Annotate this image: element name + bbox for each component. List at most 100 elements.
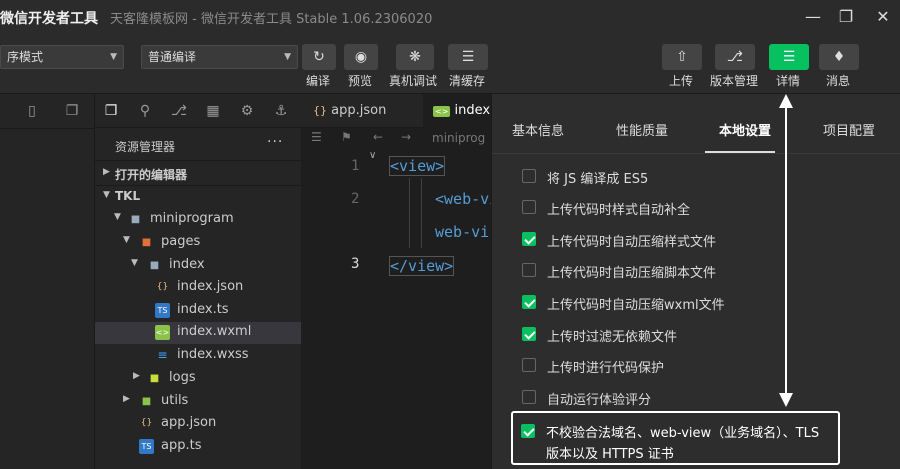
chevron-right-icon: ▶ [103, 167, 110, 177]
option-label: 上传代码时自动压缩脚本文件 [547, 266, 717, 281]
back-icon[interactable]: ← [373, 130, 383, 144]
chevron-down-icon: ▼ [131, 258, 138, 268]
more-icon[interactable]: ··· [267, 134, 283, 150]
preview-button[interactable]: ◉ [344, 44, 378, 70]
chevron-down-icon: ▼ [284, 52, 291, 62]
option-label: 上传时过滤无依赖文件 [547, 330, 678, 345]
checkbox[interactable] [522, 263, 536, 277]
window-icon[interactable]: ❐ [62, 101, 82, 121]
annotation-arrow-head [779, 393, 793, 407]
close-icon[interactable]: ✕ [870, 4, 896, 30]
checkbox[interactable] [522, 390, 536, 404]
tree-item-logs[interactable]: ▶ ■ logs [95, 368, 301, 390]
docker-icon[interactable]: ⚓ [271, 101, 291, 121]
compile-select[interactable]: 普通编译 ▼ [141, 45, 298, 69]
upload-label: 上传 [669, 74, 694, 88]
checkbox[interactable] [522, 358, 536, 372]
tab-local-settings[interactable]: 本地设置 [719, 120, 771, 139]
tree-item-label: pages [161, 234, 201, 249]
tree-item-index-wxml[interactable]: <> index.wxml [95, 322, 301, 344]
list-icon[interactable]: ☰ [311, 130, 322, 144]
debug-icon[interactable]: ⚙ [237, 101, 257, 121]
layers-icon: ☰ [461, 49, 475, 65]
checkbox[interactable] [522, 200, 536, 214]
option-label: 上传时进行代码保护 [547, 361, 665, 376]
checkbox-checked[interactable] [522, 327, 536, 341]
version-button[interactable]: ⎇ [715, 44, 755, 70]
line-number: 2 [351, 191, 360, 207]
line-number: 1 [351, 158, 360, 174]
fold-icon[interactable]: ∨ [369, 150, 376, 161]
option-skip-domain-check-label-line2[interactable]: 版本以及 HTTPS 证书 [546, 443, 674, 462]
tree-item-app-ts[interactable]: TS app.ts [95, 436, 301, 458]
editor-tabs: {} app.json <> index [301, 94, 491, 128]
app-title: 微信开发者工具 [0, 11, 98, 27]
files-icon[interactable]: ❐ [101, 101, 121, 121]
checkbox-checked[interactable] [521, 424, 535, 438]
wxml-file-icon: <> [155, 325, 170, 340]
project-section[interactable]: ▼ TKL [95, 187, 301, 209]
checkbox-checked[interactable] [522, 232, 536, 246]
tab-project-config[interactable]: 项目配置 [823, 120, 875, 139]
search-icon[interactable]: ⚲ [135, 101, 155, 121]
tree-item-label: logs [169, 370, 196, 385]
compile-select-value: 普通编译 [148, 50, 197, 64]
eye-icon: ◉ [354, 49, 368, 65]
line-number: 3 [351, 256, 360, 272]
tab-label: index [454, 103, 491, 118]
divider [0, 128, 95, 129]
option-label: 将 JS 编译成 ES5 [547, 172, 649, 187]
tree-item-app-json[interactable]: {} app.json [95, 413, 301, 435]
messages-button[interactable]: ♦ [819, 44, 859, 70]
upload-button[interactable]: ⇧ [662, 44, 702, 70]
tab-performance[interactable]: 性能质量 [616, 120, 668, 139]
phone-icon[interactable]: ▯ [22, 101, 42, 121]
details-button[interactable]: ☰ [769, 44, 809, 70]
tab-label: app.json [331, 103, 387, 118]
json-file-icon: {} [156, 282, 169, 292]
chevron-right-icon: ▶ [133, 371, 140, 381]
divider [95, 185, 301, 186]
minimize-icon[interactable]: — [800, 4, 826, 30]
checkbox-checked[interactable] [522, 295, 536, 309]
code-line[interactable]: web-vi [435, 223, 489, 241]
tree-item-label: miniprogram [150, 211, 234, 226]
compile-button[interactable]: ↻ [302, 44, 336, 70]
tree-item-index-json[interactable]: {} index.json [95, 277, 301, 299]
tab-basic-info[interactable]: 基本信息 [512, 120, 564, 139]
tree-item-utils[interactable]: ▶ ■ utils [95, 391, 301, 413]
bug-icon: ❋ [409, 49, 421, 65]
tree-item-miniprogram[interactable]: ▼ ■ miniprogram [95, 209, 301, 231]
extensions-icon[interactable]: ▦ [203, 101, 223, 121]
open-editors-section[interactable]: ▶ 打开的编辑器 [95, 164, 301, 186]
breadcrumb-path[interactable]: miniprog [432, 131, 485, 145]
maximize-icon[interactable]: ❐ [833, 4, 859, 30]
active-tab-indicator [705, 151, 775, 153]
tree-item-label: index.wxml [177, 324, 252, 339]
code-line[interactable]: </view> [389, 256, 455, 276]
forward-icon[interactable]: → [401, 130, 411, 144]
tree-item-index-ts[interactable]: TS index.ts [95, 300, 301, 322]
folder-icon: ■ [149, 373, 160, 384]
tree-item-index-folder[interactable]: ▼ ■ index [95, 255, 301, 277]
code-line[interactable]: <view> [389, 156, 446, 176]
mode-select-value: 序模式 [7, 50, 44, 64]
mode-select[interactable]: 序模式 ▼ [0, 45, 124, 69]
wxml-file-icon: <> [433, 106, 451, 117]
checkbox[interactable] [522, 169, 536, 183]
remote-debug-button[interactable]: ❋ [396, 44, 434, 70]
option-label: 上传代码时自动压缩样式文件 [547, 235, 717, 250]
tab-app-json[interactable]: {} app.json [301, 94, 421, 128]
annotation-arrow [785, 104, 787, 394]
option-skip-domain-check-label[interactable]: 不校验合法域名、web-view（业务域名）、TLS [546, 422, 819, 441]
tree-item-index-wxss[interactable]: ≡ index.wxss [95, 345, 301, 367]
code-line[interactable]: <web-vi [435, 190, 498, 208]
git-icon[interactable]: ⎇ [169, 101, 189, 121]
tree-item-pages[interactable]: ▼ ■ pages [95, 232, 301, 254]
project-label: TKL [115, 189, 141, 203]
chevron-down-icon: ▼ [123, 235, 130, 245]
clear-cache-button[interactable]: ☰ [448, 44, 488, 70]
tab-index-wxml[interactable]: <> index [423, 94, 491, 128]
bookmark-icon[interactable]: ⚑ [341, 130, 352, 144]
folder-open-icon: ■ [149, 260, 160, 271]
